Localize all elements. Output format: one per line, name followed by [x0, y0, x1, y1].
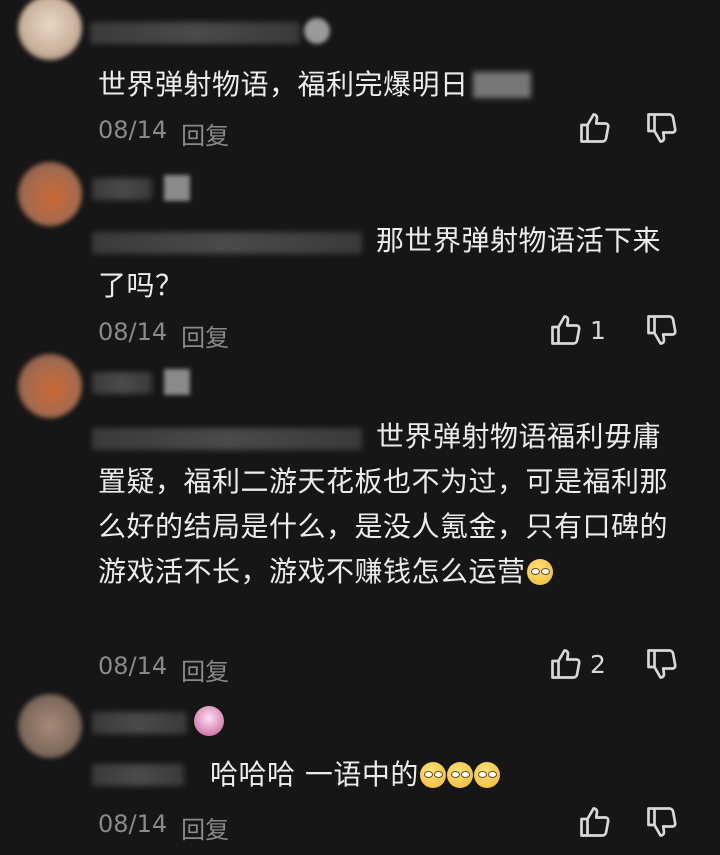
redacted-username	[92, 372, 152, 394]
pleading-emoji-icon	[473, 762, 500, 788]
like-count: 1	[590, 315, 606, 345]
avatar[interactable]	[18, 0, 82, 60]
like-button[interactable]: 2	[548, 646, 606, 682]
reply-button[interactable]: 回复	[181, 116, 229, 151]
thumbs-up-icon	[551, 649, 581, 679]
like-count: 2	[590, 649, 606, 679]
character-badge-icon	[194, 706, 224, 736]
reply-button[interactable]: 回复	[181, 810, 229, 845]
redacted-badge	[164, 369, 190, 395]
comment-date: 08/14	[98, 318, 168, 346]
redacted-username	[92, 178, 152, 200]
like-button[interactable]	[577, 110, 619, 146]
avatar[interactable]	[18, 354, 82, 418]
pleading-emoji-icon	[446, 762, 473, 788]
redacted-username	[92, 712, 187, 734]
avatar[interactable]	[18, 162, 82, 226]
dislike-button[interactable]	[644, 312, 680, 348]
comment-text: 世界弹射物语，福利完爆明日	[98, 62, 688, 107]
reply-button[interactable]: 回复	[181, 652, 229, 687]
reply-button[interactable]: 回复	[181, 318, 229, 353]
like-button[interactable]: 1	[548, 312, 606, 348]
avatar[interactable]	[18, 694, 82, 758]
comment-meta: 08/14 回复	[98, 652, 229, 687]
redacted-text	[472, 72, 531, 98]
dislike-button[interactable]	[644, 804, 680, 840]
thumbs-up-icon	[580, 113, 610, 143]
comment-meta: 08/14 回复	[98, 810, 229, 845]
dislike-button[interactable]	[644, 110, 680, 146]
redacted-badge	[304, 18, 330, 44]
thumbs-down-icon	[647, 315, 677, 345]
thumbs-up-icon	[580, 807, 610, 837]
thumbs-down-icon	[647, 649, 677, 679]
comment-meta: 08/14 回复	[98, 318, 229, 353]
comment-date: 08/14	[98, 116, 168, 144]
redacted-badge	[164, 175, 190, 201]
grin-emoji-icon	[526, 559, 553, 585]
like-button[interactable]	[577, 804, 619, 840]
comment-text: 那世界弹射物语活下来了吗？	[98, 224, 662, 302]
dislike-button[interactable]	[644, 646, 680, 682]
thumbs-down-icon	[647, 807, 677, 837]
comment-text: 哈哈哈 一语中的	[98, 752, 688, 797]
comment-meta: 08/14 回复	[98, 116, 229, 151]
thumbs-up-icon	[551, 315, 581, 345]
comment-date: 08/14	[98, 652, 168, 680]
redacted-username	[90, 22, 300, 44]
comment-text: 世界弹射物语福利毋庸置疑，福利二游天花板也不为过，可是福利那么好的结局是什么，是…	[98, 420, 669, 588]
comment-date: 08/14	[98, 810, 168, 838]
pleading-emoji-icon	[419, 762, 446, 788]
thumbs-down-icon	[647, 113, 677, 143]
